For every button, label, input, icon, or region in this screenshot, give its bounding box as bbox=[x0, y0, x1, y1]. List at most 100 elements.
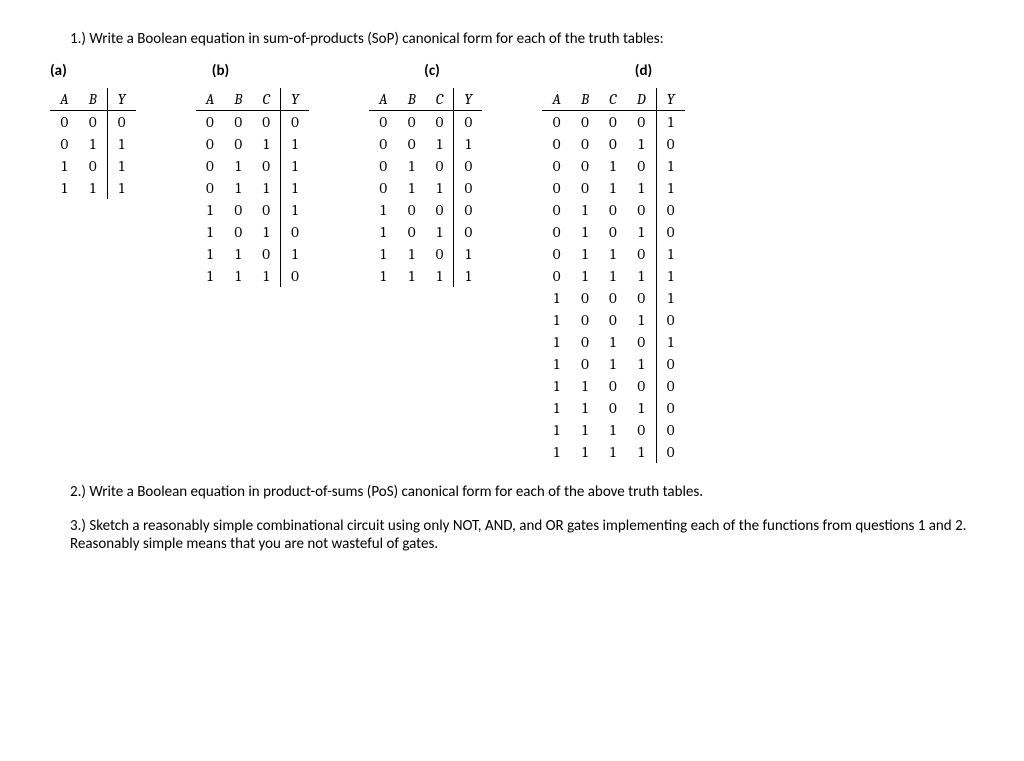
table-cell: 0 bbox=[571, 111, 599, 134]
table-row: 1101 bbox=[196, 243, 309, 265]
table-cell: 1 bbox=[627, 397, 656, 419]
table-cell: 1 bbox=[50, 155, 79, 177]
table-header: Y bbox=[656, 88, 684, 111]
table-cell: 0 bbox=[107, 111, 135, 134]
table-cell: 0 bbox=[542, 243, 571, 265]
table-cell: 1 bbox=[599, 353, 627, 375]
table-row: 00001 bbox=[542, 111, 684, 134]
table-row: 10001 bbox=[542, 287, 684, 309]
table-cell: 0 bbox=[398, 111, 426, 134]
table-cell: 1 bbox=[107, 133, 135, 155]
table-row: 11010 bbox=[542, 397, 684, 419]
table-row: 0011 bbox=[369, 133, 482, 155]
table-row: 0000 bbox=[369, 111, 482, 134]
table-cell: 1 bbox=[107, 155, 135, 177]
table-cell: 0 bbox=[571, 133, 599, 155]
table-cell: 1 bbox=[656, 331, 684, 353]
table-cell: 0 bbox=[656, 199, 684, 221]
table-cell: 0 bbox=[398, 133, 426, 155]
table-cell: 1 bbox=[454, 133, 482, 155]
table-cell: 0 bbox=[50, 133, 79, 155]
table-cell: 0 bbox=[656, 441, 684, 463]
table-header: A bbox=[196, 88, 225, 111]
table-row: 00111 bbox=[542, 177, 684, 199]
table-cell: 1 bbox=[542, 287, 571, 309]
table-cell: 1 bbox=[398, 155, 426, 177]
table-cell: 0 bbox=[426, 111, 454, 134]
table-cell: 1 bbox=[656, 177, 684, 199]
table-cell: 0 bbox=[281, 265, 309, 287]
table-cell: 0 bbox=[398, 199, 426, 221]
table-cell: 0 bbox=[627, 287, 656, 309]
table-header: C bbox=[426, 88, 454, 111]
table-cell: 1 bbox=[542, 309, 571, 331]
table-row: 000 bbox=[50, 111, 136, 134]
table-cell: 0 bbox=[426, 243, 454, 265]
table-cell: 1 bbox=[252, 221, 280, 243]
table-header: B bbox=[224, 88, 252, 111]
table-row: 1010 bbox=[196, 221, 309, 243]
table-cell: 0 bbox=[656, 133, 684, 155]
table-cell: 1 bbox=[369, 243, 398, 265]
part-label-c: (c) bbox=[424, 62, 440, 80]
table-cell: 1 bbox=[571, 419, 599, 441]
table-row: 1010 bbox=[369, 221, 482, 243]
table-cell: 1 bbox=[398, 177, 426, 199]
table-cell: 0 bbox=[571, 177, 599, 199]
table-cell: 1 bbox=[571, 375, 599, 397]
table-header: A bbox=[369, 88, 398, 111]
table-cell: 1 bbox=[426, 133, 454, 155]
table-cell: 0 bbox=[571, 309, 599, 331]
table-cell: 1 bbox=[79, 177, 108, 199]
table-cell: 0 bbox=[196, 155, 225, 177]
table-cell: 1 bbox=[627, 177, 656, 199]
table-row: 00101 bbox=[542, 155, 684, 177]
table-cell: 1 bbox=[196, 199, 225, 221]
table-cell: 0 bbox=[599, 309, 627, 331]
table-cell: 1 bbox=[599, 243, 627, 265]
table-row: 101 bbox=[50, 155, 136, 177]
table-cell: 0 bbox=[599, 397, 627, 419]
table-cell: 0 bbox=[627, 111, 656, 134]
table-cell: 1 bbox=[542, 353, 571, 375]
table-row: 0101 bbox=[196, 155, 309, 177]
table-row: 111 bbox=[50, 177, 136, 199]
table-row: 01000 bbox=[542, 199, 684, 221]
q1-text: Write a Boolean equation in sum-of-produ… bbox=[89, 30, 663, 48]
table-cell: 0 bbox=[599, 375, 627, 397]
table-cell: 1 bbox=[196, 243, 225, 265]
table-cell: 0 bbox=[599, 199, 627, 221]
table-cell: 0 bbox=[224, 199, 252, 221]
table-cell: 0 bbox=[627, 155, 656, 177]
table-cell: 1 bbox=[542, 397, 571, 419]
table-cell: 0 bbox=[542, 111, 571, 134]
table-cell: 1 bbox=[281, 133, 309, 155]
table-cell: 0 bbox=[454, 111, 482, 134]
table-cell: 1 bbox=[454, 265, 482, 287]
table-cell: 1 bbox=[224, 243, 252, 265]
table-cell: 0 bbox=[454, 199, 482, 221]
table-cell: 1 bbox=[599, 419, 627, 441]
table-row: 01101 bbox=[542, 243, 684, 265]
table-cell: 0 bbox=[542, 133, 571, 155]
truth-tables-row: ABY000011101111 ABCY00000011010101111001… bbox=[50, 88, 974, 463]
table-cell: 1 bbox=[571, 265, 599, 287]
table-cell: 1 bbox=[656, 287, 684, 309]
table-cell: 1 bbox=[571, 397, 599, 419]
q2-text: Write a Boolean equation in product-of-s… bbox=[89, 483, 703, 501]
table-cell: 0 bbox=[252, 111, 280, 134]
table-row: 011 bbox=[50, 133, 136, 155]
table-header: C bbox=[252, 88, 280, 111]
table-cell: 0 bbox=[542, 221, 571, 243]
table-cell: 0 bbox=[599, 221, 627, 243]
table-cell: 1 bbox=[196, 265, 225, 287]
table-row: 0100 bbox=[369, 155, 482, 177]
table-row: 1001 bbox=[196, 199, 309, 221]
table-cell: 1 bbox=[426, 177, 454, 199]
table-cell: 0 bbox=[454, 155, 482, 177]
truth-table-d: ABCDY00001000100010100111010000101001101… bbox=[542, 88, 684, 463]
table-cell: 1 bbox=[196, 221, 225, 243]
table-cell: 0 bbox=[426, 199, 454, 221]
table-cell: 0 bbox=[627, 243, 656, 265]
q3-number: 3.) bbox=[70, 517, 86, 535]
